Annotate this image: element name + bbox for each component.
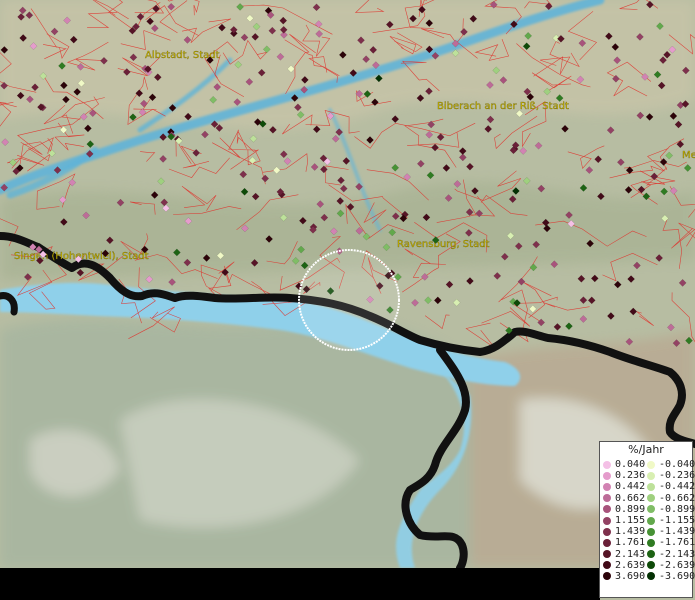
- legend-swatch: [647, 550, 655, 559]
- legend-entry: 0.899: [603, 504, 645, 515]
- city-label-biberach[interactable]: Biberach an der Riß, Stadt: [437, 101, 569, 112]
- legend-negative-column: -0.040 -0.236 -0.442 -0.662 -0.899 -1.15…: [647, 459, 695, 582]
- bottom-bar: [0, 568, 600, 600]
- legend-entry: 1.155: [603, 515, 645, 526]
- legend-entry: -2.143: [647, 549, 695, 560]
- legend-entry: 2.143: [603, 549, 645, 560]
- legend-entry: 2.639: [603, 560, 645, 571]
- legend-swatch: [603, 516, 611, 525]
- legend-entry: -2.639: [647, 560, 695, 571]
- legend-entry: -0.236: [647, 470, 695, 481]
- legend-entry: 3.690: [603, 571, 645, 582]
- legend-entry: 1.439: [603, 526, 645, 537]
- legend-swatch: [647, 527, 655, 536]
- legend-entry: -1.761: [647, 537, 695, 548]
- legend-entry: -0.899: [647, 504, 695, 515]
- legend-entry: 0.040: [603, 459, 645, 470]
- legend-entry: 0.662: [603, 493, 645, 504]
- city-label-ravensburg[interactable]: Ravensburg, Stadt: [397, 239, 490, 250]
- legend-swatch: [603, 505, 611, 514]
- legend-swatch: [647, 561, 655, 570]
- legend-swatch: [647, 505, 655, 514]
- legend-swatch: [603, 550, 611, 559]
- legend-panel: %/Jahr 0.040 0.236 0.442 0.662 0.899 1.1…: [599, 441, 695, 598]
- legend-entry: -1.439: [647, 526, 695, 537]
- legend-swatch: [647, 572, 655, 581]
- legend-swatch: [603, 561, 611, 570]
- legend-positive-column: 0.040 0.236 0.442 0.662 0.899 1.155 1.43…: [603, 459, 645, 582]
- legend-swatch: [647, 516, 655, 525]
- map-canvas[interactable]: Albstadt, Stadt Biberach an der Riß, Sta…: [0, 0, 695, 600]
- legend-swatch: [647, 494, 655, 503]
- legend-entry: -0.442: [647, 481, 695, 492]
- legend-swatch: [603, 460, 611, 469]
- city-label-partial: Me: [682, 150, 695, 161]
- legend-swatch: [647, 460, 655, 469]
- legend-swatch: [603, 527, 611, 536]
- legend-swatch: [603, 482, 611, 491]
- legend-swatch: [603, 494, 611, 503]
- legend-swatch: [603, 538, 611, 547]
- legend-swatch: [647, 538, 655, 547]
- legend-entry: -0.040: [647, 459, 695, 470]
- legend-swatch: [603, 471, 611, 480]
- legend-title: %/Jahr: [628, 443, 664, 456]
- legend-swatch: [603, 572, 611, 581]
- legend-entry: -1.155: [647, 515, 695, 526]
- legend-entry: -3.690: [647, 571, 695, 582]
- legend-swatch: [647, 471, 655, 480]
- legend-entry: -0.662: [647, 493, 695, 504]
- legend-swatch: [647, 482, 655, 491]
- legend-entry: 1.761: [603, 537, 645, 548]
- legend-entry: 0.236: [603, 470, 645, 481]
- selection-circle[interactable]: [298, 249, 400, 351]
- legend-entry: 0.442: [603, 481, 645, 492]
- city-label-singen[interactable]: Singen (Hohentwiel), Stadt: [14, 251, 149, 262]
